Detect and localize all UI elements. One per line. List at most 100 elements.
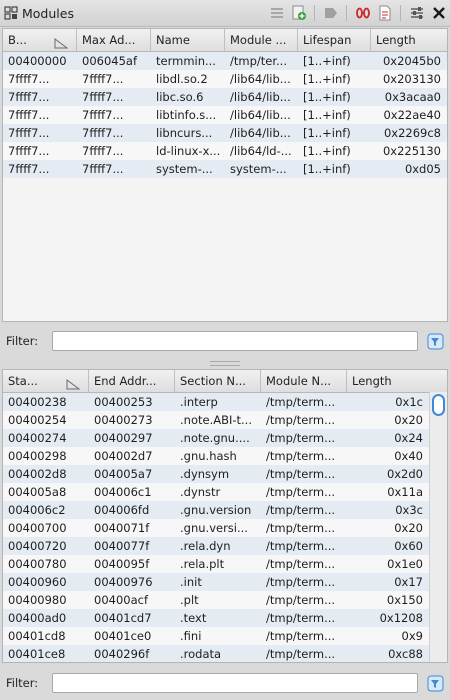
table-cell: /tmp/term... [266,395,336,409]
column-header-base[interactable]: B... [3,29,77,51]
table-cell: /tmp/term... [266,575,336,589]
table-row[interactable]: 00401cd8 00401ce0 .fini/tmp/term... 0x9 [3,627,447,645]
table-cell: 0x60 [394,539,423,553]
table-row[interactable]: 00400274 00400297 .note.gnu.... /tmp/term..… [3,429,447,447]
table-cell: 00401cd7 [94,611,152,625]
modules-filter-bar: Filter: [0,324,450,358]
table-cell: 7ffff7... [8,108,50,122]
table-cell: 00400720 [8,539,67,553]
table-cell: .note.ABI-t... [180,413,252,427]
table-cell: 7ffff7... [82,144,124,158]
table-row[interactable]: 7ffff7... 7ffff7... libtinfo.s... /lib64/li… [3,106,447,124]
table-cell: 0x2269c8 [383,126,441,140]
column-header-module[interactable]: Module ... [225,29,298,51]
table-cell: /tmp/term... [266,539,336,553]
table-row[interactable]: 004005a8 004006c1 .dynstr/tmp/term... 0x11a [3,483,447,501]
sort-ascending-icon [66,375,81,392]
table-cell: termmin... [156,54,216,68]
table-row[interactable]: 7ffff7... 7ffff7... libc.so.6/lib64/lib...… [3,88,447,106]
settings-icon[interactable] [407,3,426,22]
table-cell: 00400960 [8,575,67,589]
table-cell: 0x150 [386,593,423,607]
table-cell: /tmp/term... [266,521,336,535]
table-cell: /tmp/term... [266,647,336,661]
table-row[interactable]: 004002d8 004005a7 .dynsym/tmp/term... 0x2d0 [3,465,447,483]
table-cell: 0x22ae40 [383,108,441,122]
table-cell: 0x1208 [379,611,423,625]
table-row[interactable]: 7ffff7... 7ffff7... libncurs... /lib64/lib.… [3,124,447,142]
table-cell: 0040095f [94,557,150,571]
table-cell: 004006c2 [8,503,66,517]
table-cell: 0040077f [94,539,150,553]
column-header-start[interactable]: Sta... [3,370,89,392]
table-row[interactable]: 00400720 0040077f .rela.dyn/tmp/term... 0x6… [3,537,447,555]
table-row[interactable]: 7ffff7... 7ffff7... ld-linux-x... /lib64/ld… [3,142,447,160]
column-header-section-name[interactable]: Section N... [175,370,261,392]
table-cell: 00400ad0 [8,611,67,625]
sections-table-body: 00400238 00400253 .interp/tmp/term... 0x1c 0… [3,393,447,662]
list-icon[interactable] [267,3,286,22]
table-row[interactable]: 00400780 0040095f .rela.plt/tmp/term... 0x1… [3,555,447,573]
column-header-length[interactable]: Length [371,29,447,51]
table-row[interactable]: 7ffff7... 7ffff7... libdl.so.2/lib64/lib..… [3,70,447,88]
splitter-grip[interactable] [210,360,240,366]
column-header-max-address[interactable]: Max Ad... [77,29,151,51]
table-cell: 0x2d0 [386,467,423,481]
table-cell: 0x17 [394,575,423,589]
table-cell: [1..+inf) [303,90,351,104]
table-row[interactable]: 00400298 004002d7 .gnu.hash/tmp/term... 0x4… [3,447,447,465]
add-icon[interactable] [289,3,308,22]
scrollbar-thumb[interactable] [432,394,445,416]
table-cell: /lib64/lib... [230,126,291,140]
table-cell: 00400980 [8,593,67,607]
table-cell: 0x9 [401,629,423,643]
toolbar-separator [314,4,315,21]
column-header-module-name[interactable]: Module N... [261,370,347,392]
table-cell: /tmp/term... [266,485,336,499]
close-icon[interactable] [429,3,448,22]
table-row[interactable]: 00400960 00400976 .init/tmp/term... 0x17 [3,573,447,591]
table-row[interactable]: 7ffff7... 7ffff7... system-... system-... [1… [3,160,447,178]
table-cell: /tmp/term... [266,629,336,643]
table-cell: 0xd05 [404,162,441,176]
column-header-name[interactable]: Name [151,29,225,51]
modules-filter-input[interactable] [52,331,418,351]
sections-filter-input[interactable] [52,673,418,693]
binary-icon[interactable] [353,3,372,22]
table-cell: 00400acf [94,593,149,607]
table-cell: /tmp/term... [266,557,336,571]
column-header-length[interactable]: Length [347,370,429,392]
column-header-end-address[interactable]: End Addr... [89,370,175,392]
table-row[interactable]: 00401ce8 0040296f .rodata/tmp/term... 0xc88 [3,645,447,662]
table-row[interactable]: 00400254 00400273 .note.ABI-t... /tmp/term.… [3,411,447,429]
table-cell: /lib64/lib... [230,108,291,122]
table-cell: 00400254 [8,413,67,427]
table-cell: 0x2045b0 [382,54,441,68]
table-cell: 0x20 [394,521,423,535]
table-cell: libtinfo.s... [156,108,217,122]
column-header-lifespan[interactable]: Lifespan [298,29,371,51]
filter-options-icon[interactable] [427,675,444,692]
table-cell: 004006fd [94,503,150,517]
table-cell: 00400297 [94,431,153,445]
table-cell: /tmp/term... [266,431,336,445]
table-row[interactable]: 00400700 0040071f .gnu.versi... /tmp/term..… [3,519,447,537]
table-cell: /tmp/term... [266,593,336,607]
table-cell: .interp [180,395,218,409]
table-cell: 0x11a [387,485,423,499]
table-row[interactable]: 00400ad0 00401cd7 .text/tmp/term... 0x1208 [3,609,447,627]
sections-scrollbar[interactable] [429,392,447,662]
filter-options-icon[interactable] [427,333,444,350]
table-row[interactable]: 00400980 00400acf .plt/tmp/term... 0x150 [3,591,447,609]
table-cell: 004002d8 [8,467,67,481]
document-icon[interactable] [375,3,394,22]
table-cell: 7ffff7... [82,108,124,122]
table-cell: /tmp/term... [266,449,336,463]
table-row[interactable]: 00400238 00400253 .interp/tmp/term... 0x1c [3,393,447,411]
tag-icon[interactable] [321,3,340,22]
table-cell: 004006c1 [94,485,152,499]
table-row[interactable]: 00400000 006045af termmin... /tmp/ter... [1.… [3,52,447,70]
table-row[interactable]: 004006c2 004006fd .gnu.version/tmp/term...… [3,501,447,519]
table-cell: .dynsym [180,467,230,481]
panel-splitter[interactable] [0,358,450,368]
